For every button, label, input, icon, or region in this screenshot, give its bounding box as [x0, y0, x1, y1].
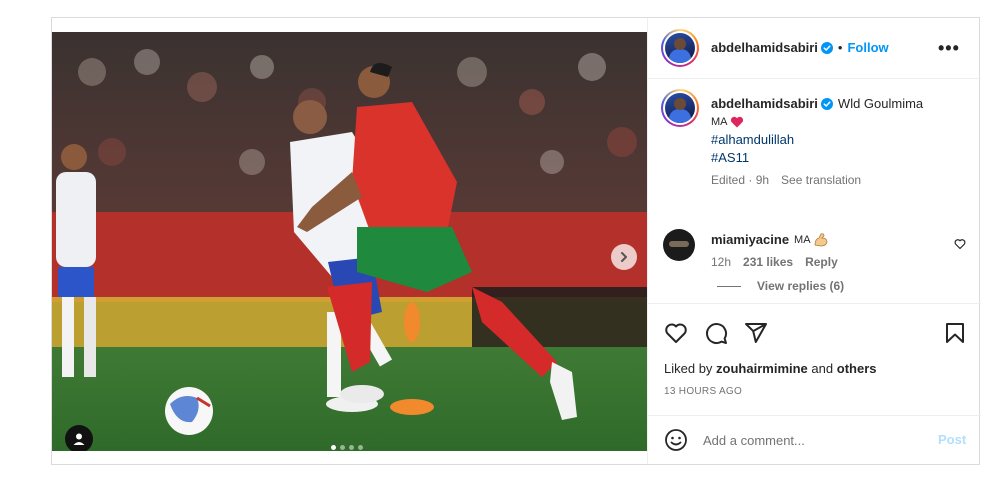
- reply-button[interactable]: Reply: [805, 255, 838, 269]
- bookmark-icon[interactable]: [943, 321, 967, 345]
- carousel-dot: [349, 445, 354, 450]
- next-image-button[interactable]: [611, 244, 637, 270]
- liked-by-prefix: Liked by: [664, 361, 713, 376]
- comment-like-heart-icon[interactable]: [954, 238, 966, 250]
- caption-author-avatar[interactable]: [661, 89, 699, 127]
- comment-input[interactable]: [703, 430, 923, 450]
- heart-icon[interactable]: [664, 321, 688, 345]
- header-separator: •: [837, 40, 843, 55]
- carousel-dot: [331, 445, 336, 450]
- liked-by-and: and: [811, 361, 834, 376]
- verified-icon: [820, 41, 833, 54]
- follow-button[interactable]: Follow: [847, 40, 888, 55]
- share-icon[interactable]: [744, 321, 768, 345]
- flexed-biceps-emoji-icon: [814, 233, 827, 247]
- caption-text: Wld Goulmima: [837, 96, 924, 111]
- post-timestamp[interactable]: 13 HOURS AGO: [664, 386, 742, 397]
- carousel-dot: [340, 445, 345, 450]
- user-tag-icon: [73, 433, 85, 445]
- post-container: abdelhamidsabiri • Follow ••• abdelhamid…: [51, 17, 981, 465]
- caption-line2: MA: [711, 116, 728, 128]
- tagged-users-button[interactable]: [65, 425, 93, 451]
- commenter-username[interactable]: miamiyacine: [711, 231, 789, 249]
- liked-by-line: Liked by zouhairmimine and others: [664, 361, 876, 376]
- comment-text: MA: [794, 234, 811, 246]
- post-comment-button[interactable]: Post: [938, 432, 966, 447]
- post-header: abdelhamidsabiri • Follow •••: [648, 18, 981, 79]
- author-username[interactable]: abdelhamidsabiri: [711, 40, 818, 55]
- comment-likes[interactable]: 231 likes: [743, 255, 793, 269]
- action-bar: Liked by zouhairmimine and others 13 HOU…: [648, 303, 981, 415]
- post-photo: [52, 32, 647, 451]
- liked-by-user-link[interactable]: zouhairmimine: [716, 361, 808, 376]
- red-heart-emoji-icon: [730, 116, 743, 128]
- see-translation-button[interactable]: See translation: [781, 173, 861, 187]
- chevron-right-icon: [621, 252, 627, 262]
- post-side-panel: abdelhamidsabiri • Follow ••• abdelhamid…: [647, 18, 981, 464]
- hashtag-link[interactable]: #alhamdulillah: [711, 131, 971, 149]
- view-replies-button[interactable]: View replies (6): [717, 279, 844, 293]
- carousel-dot: [358, 445, 363, 450]
- comment-composer: Post: [648, 415, 981, 464]
- liked-by-others-link[interactable]: others: [837, 361, 877, 376]
- comment-time: 12h: [711, 255, 732, 269]
- carousel-indicator: [331, 445, 363, 450]
- more-options-button[interactable]: •••: [938, 38, 960, 59]
- edited-timestamp: Edited · 9h: [711, 173, 770, 187]
- hashtag-link[interactable]: #AS11: [711, 149, 971, 167]
- emoji-icon[interactable]: [664, 428, 688, 452]
- caption-author-username[interactable]: abdelhamidsabiri: [711, 95, 818, 113]
- author-avatar[interactable]: [661, 29, 699, 67]
- verified-icon: [820, 98, 833, 110]
- comment-icon[interactable]: [704, 321, 728, 345]
- commenter-avatar[interactable]: [663, 229, 695, 261]
- post-media[interactable]: [52, 32, 647, 451]
- view-replies-label: View replies (6): [757, 279, 845, 293]
